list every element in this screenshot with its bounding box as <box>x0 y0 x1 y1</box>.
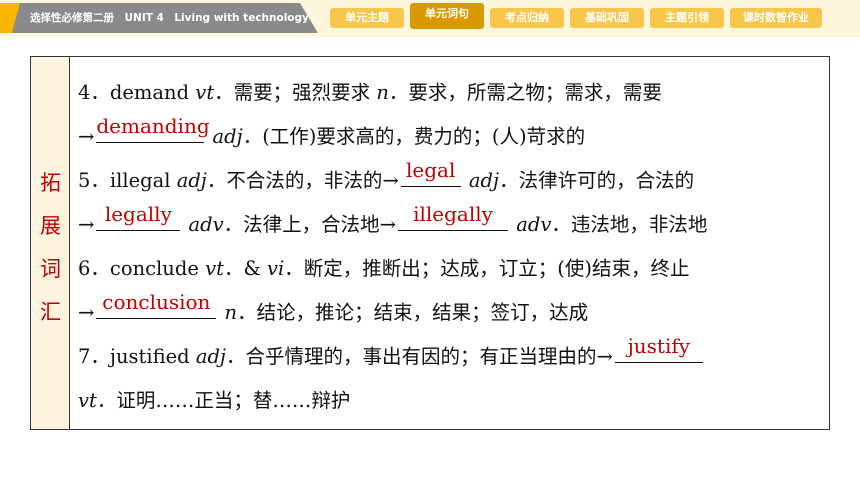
side-label: 拓 展 词 汇 <box>31 57 70 429</box>
part-of-speech: adj <box>212 125 243 148</box>
part-of-speech: n <box>224 301 238 324</box>
answer-blank: illegally <box>398 202 509 231</box>
answer-text: illegally <box>413 202 493 226</box>
definition: ．违法地，非法地 <box>551 213 708 236</box>
definition: ．合乎情理的，事出有因的；有正当理由的→ <box>225 345 613 368</box>
part-of-speech: adv <box>516 213 552 236</box>
arrow: → <box>78 301 95 324</box>
tab-key-points[interactable]: 考点归纳 <box>490 8 564 28</box>
part-of-speech: adv <box>188 213 224 236</box>
part-of-speech: vt <box>195 81 215 104</box>
entry-demand-line-2: → demanding adj．(工作)要求高的，费力的；(人)苛求的 <box>78 115 823 159</box>
definition: ．(工作)要求高的，费力的；(人)苛求的 <box>242 125 586 148</box>
part-of-speech: adj <box>468 169 500 192</box>
tab-homework[interactable]: 课时数智作业 <box>730 8 822 28</box>
nav-tabs: 单元主题 单元词句 考点归纳 基础巩固 主题引领 课时数智作业 <box>330 3 828 29</box>
separator: ．& <box>223 257 267 280</box>
answer-blank: conclusion <box>96 290 217 319</box>
book-title-text: 选择性必修第二册 UNIT 4 Living with technology <box>30 12 309 24</box>
answer-blank: justify <box>614 334 703 363</box>
definition: ．法律上，合法地→ <box>223 213 397 236</box>
answer-blank: legally <box>96 202 181 231</box>
answer-text: justify <box>627 334 691 358</box>
title-accent <box>0 3 20 33</box>
side-label-char: 拓 <box>40 171 61 195</box>
entry-head: 4．demand <box>78 81 196 104</box>
side-label-char: 汇 <box>40 300 61 324</box>
entry-head: 5．illegal <box>78 169 177 192</box>
side-label-char: 展 <box>40 214 61 238</box>
entry-illegal-line-2: → legally adv．法律上，合法地→ illegally adv．违法地，非… <box>78 203 823 247</box>
arrow: → <box>78 213 95 236</box>
book-title: 选择性必修第二册 UNIT 4 Living with technology <box>0 3 318 33</box>
entry-conclude-line-2: → conclusion n．结论，推论；结束，结果；签订，达成 <box>78 291 823 335</box>
entry-justified-line-1: 7．justified adj．合乎情理的，事出有因的；有正当理由的→ justi… <box>78 335 823 379</box>
answer-blank: demanding <box>96 114 210 143</box>
part-of-speech: adj <box>176 169 207 192</box>
part-of-speech: vt <box>205 257 224 280</box>
definition: ．需要；强烈要求 <box>214 81 377 104</box>
header-bar: 选择性必修第二册 UNIT 4 Living with technology 单… <box>0 0 860 37</box>
entry-demand-line-1: 4．demand vt．需要；强烈要求 n．要求，所需之物；需求，需要 <box>78 71 823 115</box>
part-of-speech: vi <box>267 257 285 280</box>
part-of-speech: vt <box>78 389 97 412</box>
definition: ．法律许可的，合法的 <box>499 169 695 192</box>
part-of-speech: n <box>376 81 389 104</box>
definition: ．断定，推断出；达成，订立；(使)结束，终止 <box>284 257 690 280</box>
tab-unit-vocabulary[interactable]: 单元词句 <box>410 3 484 29</box>
arrow: → <box>78 125 95 148</box>
definition: ．结论，推论；结束，结果；签订，达成 <box>237 301 589 324</box>
tab-unit-theme[interactable]: 单元主题 <box>330 8 404 28</box>
entry-justified-line-2: vt．证明……正当；替……辩护 <box>78 379 823 423</box>
side-label-char: 词 <box>40 257 61 281</box>
answer-text: demanding <box>96 114 210 138</box>
part-of-speech: adj <box>195 345 226 368</box>
answer-blank: legal <box>400 158 461 187</box>
entry-head: 7．justified <box>78 345 196 368</box>
entries: 4．demand vt．需要；强烈要求 n．要求，所需之物；需求，需要 → dem… <box>78 71 823 423</box>
entry-conclude-line-1: 6．conclude vt．& vi．断定，推断出；达成，订立；(使)结束，终止 <box>78 247 823 291</box>
definition: ．证明……正当；替……辩护 <box>96 389 351 412</box>
entry-illegal-line-1: 5．illegal adj．不合法的，非法的→ legal adj．法律许可的，合… <box>78 159 823 203</box>
tab-theme-lead[interactable]: 主题引领 <box>650 8 724 28</box>
definition: ．不合法的，非法的→ <box>206 169 399 192</box>
answer-text: legal <box>406 158 456 182</box>
definition: ．要求，所需之物；需求，需要 <box>388 81 662 104</box>
vocabulary-table: 拓 展 词 汇 4．demand vt．需要；强烈要求 n．要求，所需之物；需求… <box>30 56 830 430</box>
tab-basic-practice[interactable]: 基础巩固 <box>570 8 644 28</box>
answer-text: conclusion <box>102 290 211 314</box>
answer-text: legally <box>104 202 172 226</box>
entry-head: 6．conclude <box>78 257 206 280</box>
